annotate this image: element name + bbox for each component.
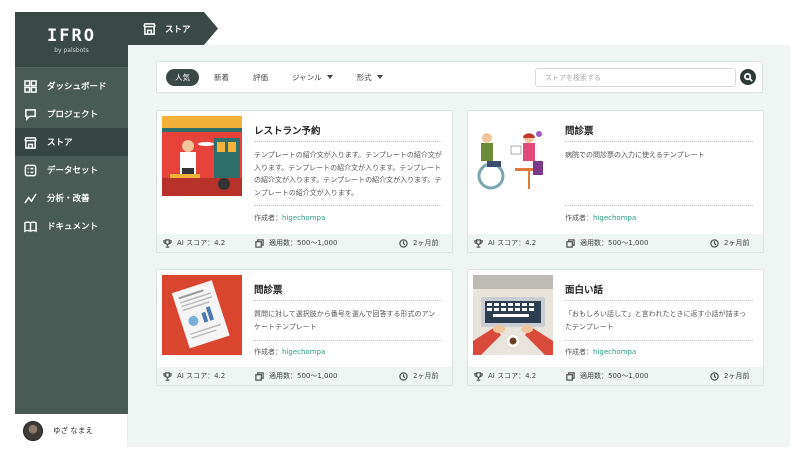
card-author: 作成者：higechompa bbox=[254, 348, 326, 356]
format-dropdown[interactable]: 形式 bbox=[348, 69, 392, 86]
medical-consultation-illustration bbox=[473, 116, 553, 196]
template-card-medical[interactable]: 問診票 病院での問診票の入力に使えるテンプレート 作成者：higechompa … bbox=[467, 110, 764, 253]
copy-icon bbox=[255, 371, 264, 381]
sidebar-item-document[interactable]: ドキュメント bbox=[15, 212, 128, 240]
main-content: 人気 新着 評価 ジャンル 形式 ストアを検索する レストラン予約 テンプレート… bbox=[128, 45, 790, 447]
card-author: 作成者：higechompa bbox=[565, 348, 637, 356]
search-input[interactable] bbox=[535, 68, 736, 87]
updated-time: 2ヶ月前 bbox=[413, 239, 439, 247]
author-link[interactable]: higechompa bbox=[593, 214, 636, 222]
card-footer: AI スコア：4.2 適用数：500〜1,000 2ヶ月前 bbox=[157, 234, 452, 252]
caret-down-icon bbox=[376, 75, 383, 79]
trophy-icon bbox=[474, 238, 483, 248]
sidebar-item-project[interactable]: プロジェクト bbox=[15, 100, 128, 128]
book-icon bbox=[23, 219, 37, 233]
sidebar: IFRO by palsbots ダッシュボード プロジェクト ストア データセ… bbox=[15, 12, 128, 447]
sidebar-item-label: ダッシュボード bbox=[47, 82, 107, 92]
sidebar-item-analysis[interactable]: 分析・改善 bbox=[15, 184, 128, 212]
user-name: ゆざ なまえ bbox=[53, 426, 93, 435]
sidebar-nav: ダッシュボード プロジェクト ストア データセット 分析・改善 ドキュメント bbox=[15, 72, 128, 240]
trophy-icon bbox=[163, 371, 172, 381]
template-card-funny-story[interactable]: 面白い話 「おもしろい話して」と言われたときに返す小話が詰まったテンプレート 作… bbox=[467, 269, 764, 386]
updated-time: 2ヶ月前 bbox=[724, 372, 750, 380]
card-title: 問診票 bbox=[254, 285, 283, 296]
avatar[interactable] bbox=[23, 420, 43, 441]
laptop-desk-illustration bbox=[473, 275, 553, 355]
clock-icon bbox=[710, 238, 719, 248]
tab-new[interactable]: 新着 bbox=[205, 69, 238, 86]
copy-icon bbox=[566, 371, 575, 381]
template-card-questionnaire[interactable]: 問診票 質問に対して選択肢から番号を選んで回答する形式のアンケートテンプレート … bbox=[156, 269, 453, 386]
card-description: 病院での問診票の入力に使えるテンプレート bbox=[565, 151, 705, 159]
sidebar-item-dataset[interactable]: データセット bbox=[15, 156, 128, 184]
store-icon bbox=[143, 23, 156, 35]
sidebar-item-store[interactable]: ストア bbox=[15, 128, 128, 156]
usage-count: 適用数：500〜1,000 bbox=[580, 239, 649, 247]
sidebar-item-dashboard[interactable]: ダッシュボード bbox=[15, 72, 128, 100]
card-description: 質問に対して選択肢から番号を選んで回答する形式のアンケートテンプレート bbox=[254, 310, 436, 331]
clock-icon bbox=[399, 371, 408, 381]
author-link[interactable]: higechompa bbox=[282, 348, 325, 356]
card-description: 「おもしろい話して」と言われたときに返す小話が詰まったテンプレート bbox=[565, 310, 747, 331]
brand-logo[interactable]: IFRO by palsbots bbox=[15, 12, 128, 68]
search-icon bbox=[743, 72, 753, 82]
card-footer: AI スコア：4.2 適用数：500〜1,000 2ヶ月前 bbox=[157, 367, 452, 385]
breadcrumb[interactable]: ストア bbox=[128, 12, 218, 45]
card-title: 問診票 bbox=[565, 126, 594, 137]
card-description: テンプレートの紹介文が入ります。テンプレートの紹介文が入ります。テンプレートの紹… bbox=[254, 151, 442, 197]
user-profile[interactable]: ゆざ なまえ bbox=[15, 414, 128, 447]
card-title: レストラン予約 bbox=[254, 126, 321, 137]
usage-count: 適用数：500〜1,000 bbox=[269, 239, 338, 247]
caret-down-icon bbox=[326, 75, 333, 79]
template-card-restaurant[interactable]: レストラン予約 テンプレートの紹介文が入ります。テンプレートの紹介文が入ります。… bbox=[156, 110, 453, 253]
card-title: 面白い話 bbox=[565, 285, 604, 296]
genre-dropdown[interactable]: ジャンル bbox=[283, 69, 342, 86]
brand-subtitle: by palsbots bbox=[54, 46, 89, 54]
breadcrumb-label: ストア bbox=[165, 24, 191, 35]
document-report-illustration bbox=[162, 275, 242, 355]
card-footer: AI スコア：4.2 適用数：500〜1,000 2ヶ月前 bbox=[468, 234, 763, 252]
restaurant-illustration bbox=[162, 116, 242, 196]
usage-count: 適用数：500〜1,000 bbox=[580, 372, 649, 380]
brand-title: IFRO bbox=[47, 25, 96, 46]
sidebar-item-label: プロジェクト bbox=[47, 110, 99, 120]
store-icon bbox=[23, 135, 37, 149]
card-author: 作成者：higechompa bbox=[565, 214, 637, 222]
chat-bubble-icon bbox=[23, 107, 37, 121]
trend-line-icon bbox=[23, 191, 37, 205]
dataset-icon bbox=[23, 163, 37, 177]
filter-bar: 人気 新着 評価 ジャンル 形式 bbox=[156, 61, 763, 93]
ai-score: AI スコア：4.2 bbox=[177, 239, 226, 247]
grid-icon bbox=[23, 79, 37, 93]
sidebar-item-label: データセット bbox=[47, 166, 99, 176]
copy-icon bbox=[566, 238, 575, 248]
ai-score: AI スコア：4.2 bbox=[488, 239, 537, 247]
sidebar-item-label: ストア bbox=[47, 138, 73, 148]
updated-time: 2ヶ月前 bbox=[413, 372, 439, 380]
clock-icon bbox=[710, 371, 719, 381]
sidebar-item-label: 分析・改善 bbox=[47, 194, 90, 204]
usage-count: 適用数：500〜1,000 bbox=[269, 372, 338, 380]
author-link[interactable]: higechompa bbox=[593, 348, 636, 356]
ai-score: AI スコア：4.2 bbox=[488, 372, 537, 380]
search-button[interactable] bbox=[740, 69, 756, 85]
tab-popular[interactable]: 人気 bbox=[166, 68, 199, 86]
trophy-icon bbox=[163, 238, 172, 248]
sidebar-item-label: ドキュメント bbox=[47, 222, 99, 232]
card-footer: AI スコア：4.2 適用数：500〜1,000 2ヶ月前 bbox=[468, 367, 763, 385]
updated-time: 2ヶ月前 bbox=[724, 239, 750, 247]
tab-rating[interactable]: 評価 bbox=[244, 69, 277, 86]
topbar: ストア bbox=[128, 12, 800, 45]
author-link[interactable]: higechompa bbox=[282, 214, 325, 222]
card-author: 作成者：higechompa bbox=[254, 214, 326, 222]
trophy-icon bbox=[474, 371, 483, 381]
copy-icon bbox=[255, 238, 264, 248]
ai-score: AI スコア：4.2 bbox=[177, 372, 226, 380]
clock-icon bbox=[399, 238, 408, 248]
